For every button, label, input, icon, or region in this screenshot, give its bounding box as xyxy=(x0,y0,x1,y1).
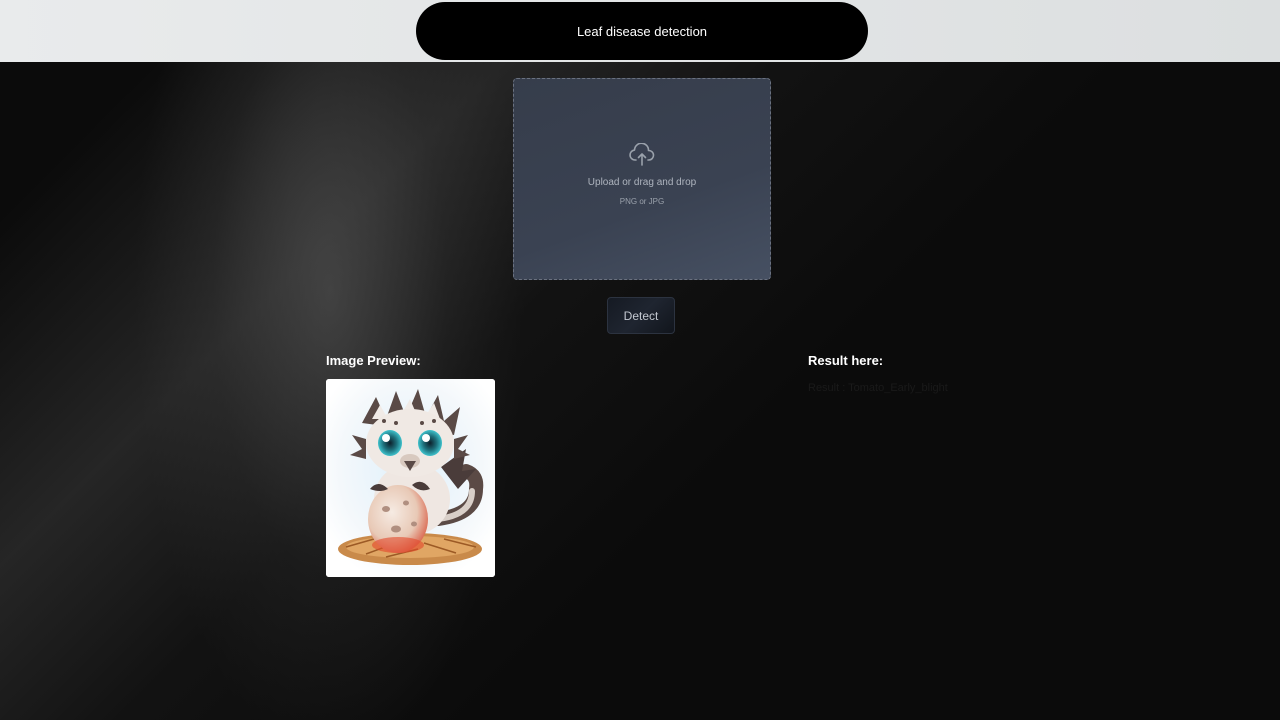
page-title: Leaf disease detection xyxy=(416,2,868,60)
upload-formats: PNG or JPG xyxy=(619,196,665,206)
detect-button[interactable]: Detect xyxy=(607,297,675,334)
page-title-text: Leaf disease detection xyxy=(576,23,708,39)
dragon-illustration xyxy=(326,379,495,577)
upload-instruction: Upload or drag and drop xyxy=(587,176,697,188)
cloud-upload-icon xyxy=(629,142,655,166)
app-page: Leaf disease detection Upload or drag an… xyxy=(0,0,1280,720)
result-value: Result : Tomato_Early_blight xyxy=(808,382,948,394)
image-preview xyxy=(326,379,495,577)
upload-dropzone[interactable]: Upload or drag and drop PNG or JPG xyxy=(513,78,771,280)
image-preview-label: Image Preview: xyxy=(326,353,421,368)
top-bar: Leaf disease detection xyxy=(0,0,1280,62)
result-label: Result here: xyxy=(808,353,884,368)
